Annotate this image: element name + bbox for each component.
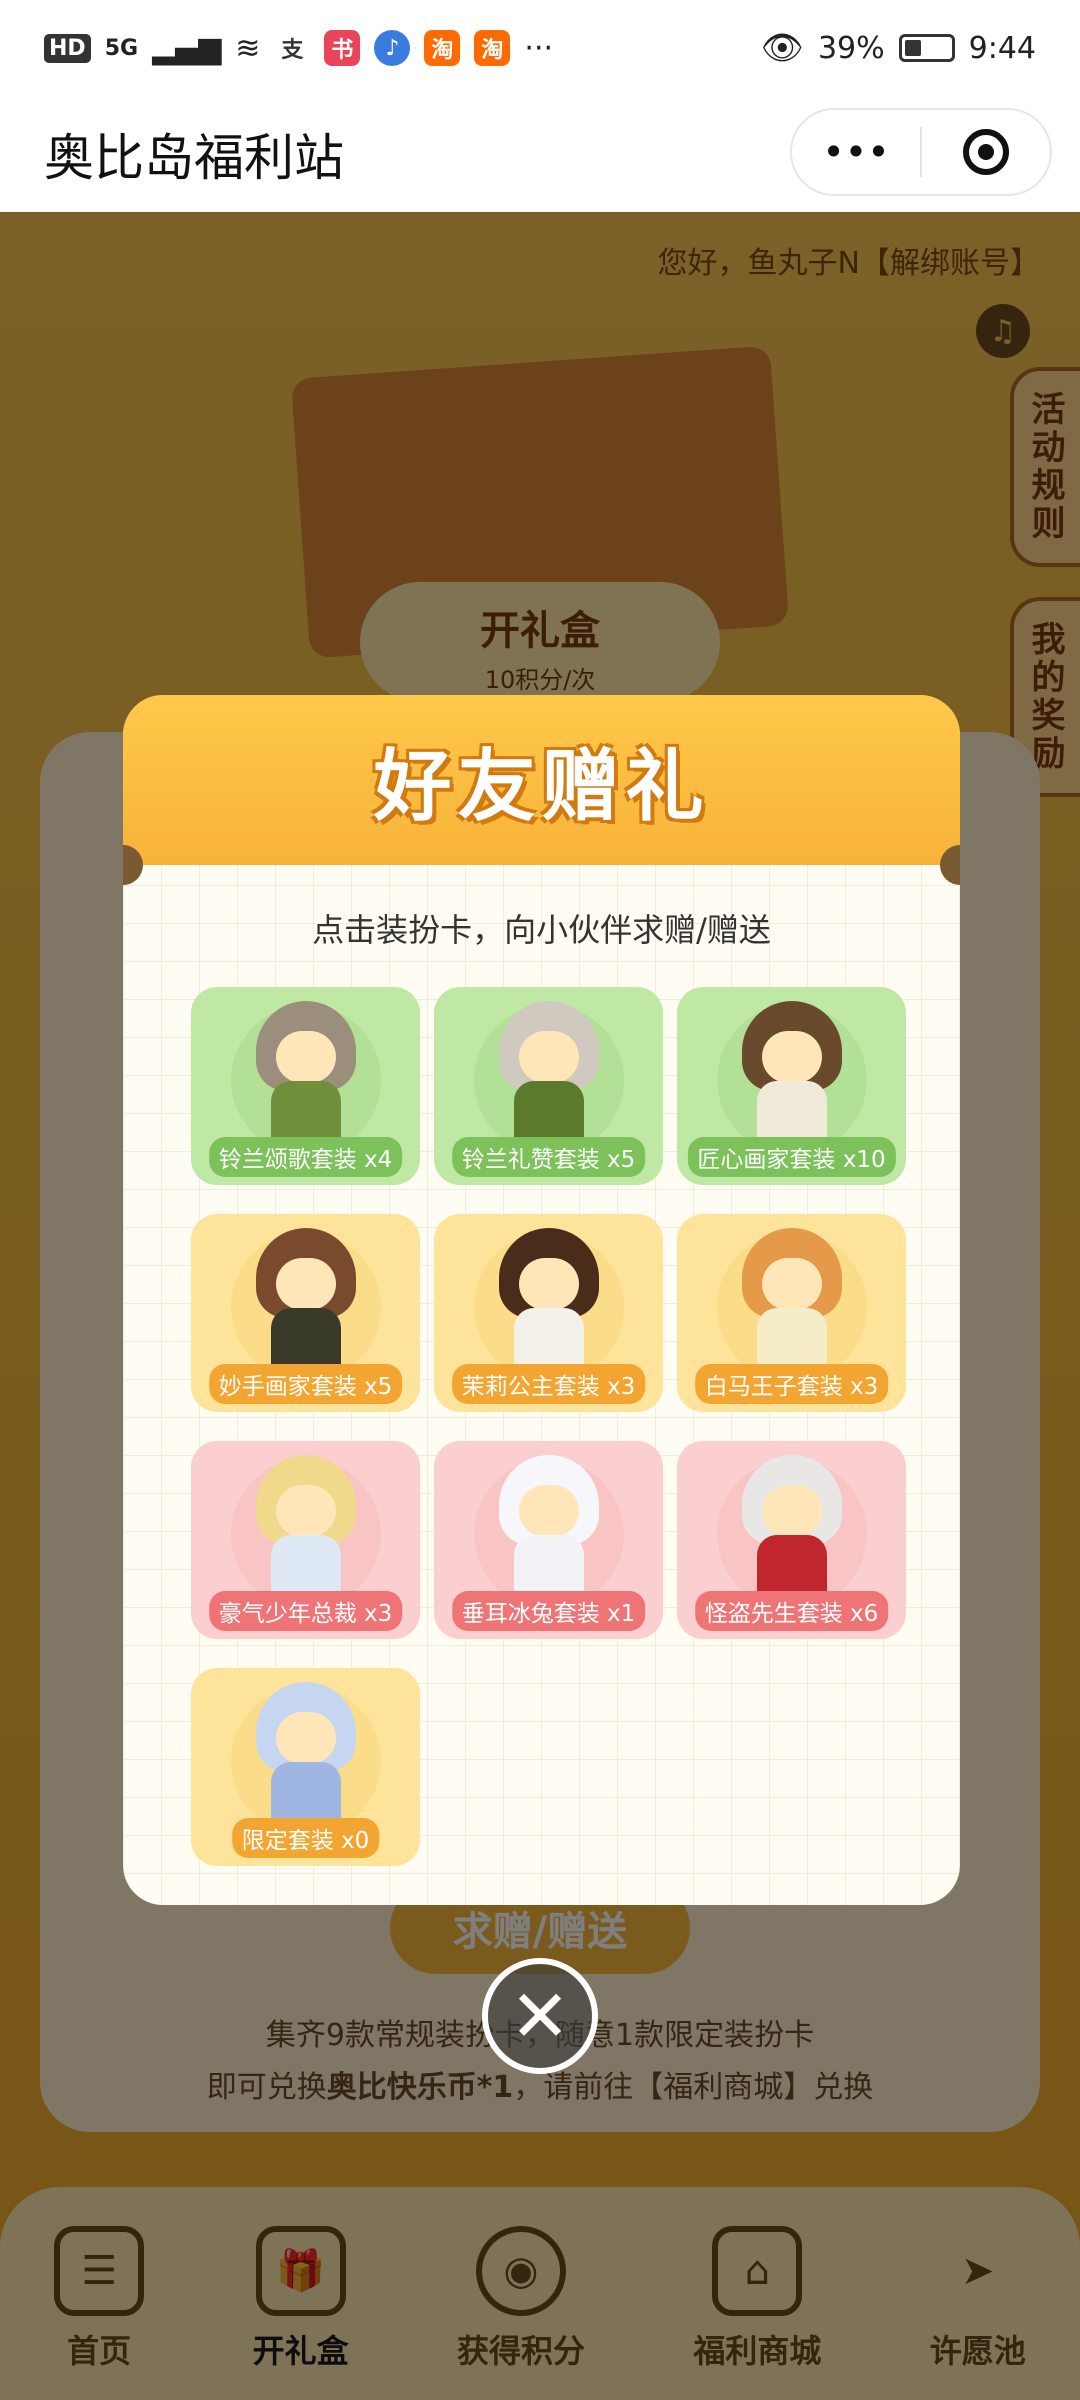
friend-gift-modal: 好友赠礼 点击装扮卡，向小伙伴求赠/赠送 铃兰颂歌套装 x4 铃兰礼赞套装 x5… <box>123 695 960 1905</box>
outfit-card-label: 茉莉公主套装 x3 <box>451 1364 646 1404</box>
outfit-card-label: 匠心画家套装 x10 <box>687 1137 896 1177</box>
outfit-card[interactable]: 铃兰颂歌套装 x4 <box>191 987 420 1185</box>
outfit-card-label: 白马王子套装 x3 <box>694 1364 889 1404</box>
outfit-card-label: 豪气少年总裁 x3 <box>208 1591 403 1631</box>
battery-percent: 39% <box>817 30 885 66</box>
close-miniprogram-button[interactable] <box>922 110 1050 194</box>
outfit-card-label: 垂耳冰兔套装 x1 <box>451 1591 646 1631</box>
avatar-image <box>489 1455 609 1605</box>
avatar-image <box>732 1228 852 1378</box>
avatar-image <box>489 1001 609 1151</box>
outfit-card[interactable]: 豪气少年总裁 x3 <box>191 1441 420 1639</box>
mini-program-titlebar: 奥比岛福利站 ••• <box>0 96 1080 212</box>
avatar-image <box>246 1455 366 1605</box>
modal-title: 好友赠礼 <box>373 742 710 832</box>
mini-program-capsule: ••• <box>790 108 1052 196</box>
outfit-card[interactable]: 妙手画家套装 x5 <box>191 1214 420 1412</box>
outfit-card-limited[interactable]: 限定套装 x0 <box>191 1668 420 1866</box>
outfit-card[interactable]: 白马王子套装 x3 <box>677 1214 906 1412</box>
taobao-icon: 淘 <box>474 30 511 66</box>
eye-icon: 👁 <box>760 28 804 68</box>
clock: 9:44 <box>968 30 1036 66</box>
outfit-card-label: 铃兰礼赞套装 x5 <box>451 1137 646 1177</box>
outfit-card[interactable]: 匠心画家套装 x10 <box>677 987 906 1185</box>
modal-subtitle: 点击装扮卡，向小伙伴求赠/赠送 <box>312 911 771 949</box>
avatar-image <box>246 1228 366 1378</box>
outfit-card[interactable]: 铃兰礼赞套装 x5 <box>434 987 663 1185</box>
status-right: 👁 39% 9:44 <box>761 28 1036 68</box>
wifi-icon: ≋ <box>235 30 261 66</box>
outfit-card-label: 妙手画家套装 x5 <box>208 1364 403 1404</box>
close-modal-button[interactable]: ✕ <box>482 1958 598 2074</box>
hd-badge: HD <box>44 33 91 63</box>
outfit-card-label: 限定套装 x0 <box>231 1818 380 1858</box>
outfit-card-grid: 铃兰颂歌套装 x4 铃兰礼赞套装 x5 匠心画家套装 x10 妙手画家套装 x5 <box>191 987 906 1866</box>
outfit-card[interactable]: 茉莉公主套装 x3 <box>434 1214 663 1412</box>
more-menu-button[interactable]: ••• <box>792 110 920 194</box>
outfit-card[interactable]: 怪盗先生套装 x6 <box>677 1441 906 1639</box>
outfit-card-label: 铃兰颂歌套装 x4 <box>208 1137 403 1177</box>
network-indicator: 5G <box>104 35 139 61</box>
signal-icon: ▂▄▆ <box>152 30 222 66</box>
music-app-icon: ♪ <box>374 30 411 66</box>
close-icon: ✕ <box>509 1974 571 2058</box>
reader-app-icon: 书 <box>324 30 361 66</box>
avatar-image <box>246 1682 366 1832</box>
more-notifications-icon: ··· <box>524 30 554 66</box>
avatar-image <box>732 1455 852 1605</box>
taobao-icon: 淘 <box>424 30 461 66</box>
outfit-card[interactable]: 垂耳冰兔套装 x1 <box>434 1441 663 1639</box>
more-dots-icon: ••• <box>822 130 890 174</box>
avatar-image <box>489 1228 609 1378</box>
battery-icon <box>898 34 955 62</box>
status-left: HD 5G ▂▄▆ ≋ 支 书 ♪ 淘 淘 ··· <box>44 30 553 66</box>
outfit-card-label: 怪盗先生套装 x6 <box>694 1591 889 1631</box>
alipay-icon: 支 <box>281 38 304 63</box>
page-title: 奥比岛福利站 <box>44 129 344 187</box>
avatar-image <box>246 1001 366 1151</box>
target-icon <box>963 129 1009 175</box>
status-bar: HD 5G ▂▄▆ ≋ 支 书 ♪ 淘 淘 ··· 👁 39% 9:44 <box>0 0 1080 96</box>
modal-header: 好友赠礼 <box>123 695 960 885</box>
avatar-image <box>732 1001 852 1151</box>
